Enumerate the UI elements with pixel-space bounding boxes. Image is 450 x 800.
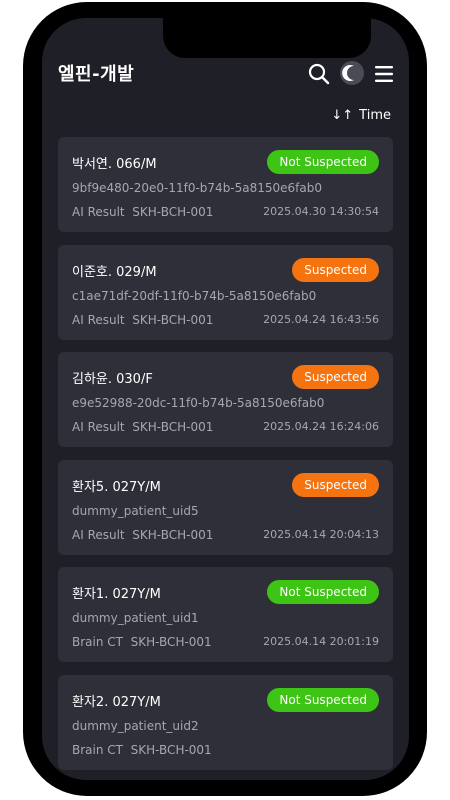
patient-name: 김하윤. 030/F xyxy=(72,372,153,387)
timestamp: 2025.04.14 20:01:19 xyxy=(263,635,379,648)
patient-name: 환자1. 027Y/M xyxy=(72,587,161,602)
hamburger-menu-icon[interactable] xyxy=(374,65,394,83)
patient-uid: c1ae71df-20df-11f0-b74b-5a8150e6fab0 xyxy=(72,288,317,303)
status-badge: Suspected xyxy=(292,257,379,282)
timestamp: 2025.04.30 14:30:54 xyxy=(263,205,379,218)
patient-card[interactable]: 김하윤. 030/F Suspected e9e52988-20dc-11f0-… xyxy=(58,352,393,447)
patient-card[interactable]: 환자1. 027Y/M Not Suspected dummy_patient_… xyxy=(58,567,393,662)
sort-label: Time xyxy=(359,108,391,123)
result-type: Brain CT xyxy=(72,635,123,649)
patient-uid: dummy_patient_uid2 xyxy=(72,718,199,733)
app-title: 엘핀-개발 xyxy=(58,64,135,85)
result-type: Brain CT xyxy=(72,742,123,757)
device-id: SKH-BCH-001 xyxy=(130,742,212,757)
device-id: SKH-BCH-001 xyxy=(132,420,214,434)
moon-icon[interactable] xyxy=(340,61,364,85)
patient-name: 환자5. 027Y/M xyxy=(72,479,161,495)
patient-name: 이준호. 029/M xyxy=(72,264,157,280)
status-badge: Not Suspected xyxy=(267,580,379,604)
patient-card[interactable]: 박서연. 066/M Not Suspected 9bf9e480-20e0-1… xyxy=(58,137,393,232)
result-type: AI Result xyxy=(72,312,125,327)
timestamp: 2025.04.24 16:43:56 xyxy=(263,312,379,326)
result-type: AI Result xyxy=(72,420,125,434)
device-id: SKH-BCH-001 xyxy=(132,205,214,219)
sort-icon: ↓↑ xyxy=(331,108,354,123)
status-badge: Not Suspected xyxy=(267,150,379,174)
patient-list: 박서연. 066/M Not Suspected 9bf9e480-20e0-1… xyxy=(58,137,393,780)
device-id: SKH-BCH-001 xyxy=(130,635,212,649)
patient-card[interactable]: 이준호. 029/M Suspected c1ae71df-20df-11f0-… xyxy=(58,244,393,340)
patient-uid: dummy_patient_uid1 xyxy=(72,611,199,625)
app-screen: 엘핀-개발 ↓↑ Time 박서연. 066/M Not Suspected 9… xyxy=(42,18,409,780)
result-type: AI Result xyxy=(72,205,125,219)
patient-uid: 9bf9e480-20e0-11f0-b74b-5a8150e6fab0 xyxy=(72,181,323,195)
patient-card[interactable]: 환자2. 027Y/M Not Suspected dummy_patient_… xyxy=(58,674,393,770)
phone-notch xyxy=(163,18,371,58)
patient-name: 박서연. 066/M xyxy=(72,157,157,172)
device-id: SKH-BCH-001 xyxy=(132,312,214,327)
device-id: SKH-BCH-001 xyxy=(132,527,214,542)
search-icon[interactable] xyxy=(308,63,330,85)
status-badge: Suspected xyxy=(292,365,379,389)
patient-uid: e9e52988-20dc-11f0-b74b-5a8150e6fab0 xyxy=(72,396,325,410)
timestamp: 2025.04.14 20:04:13 xyxy=(263,527,379,541)
patient-uid: dummy_patient_uid5 xyxy=(72,503,199,518)
status-badge: Suspected xyxy=(292,472,379,497)
result-type: AI Result xyxy=(72,527,125,542)
sort-time-button[interactable]: ↓↑ Time xyxy=(331,108,391,123)
status-badge: Not Suspected xyxy=(267,687,379,712)
timestamp: 2025.04.24 16:24:06 xyxy=(263,420,379,433)
patient-card[interactable]: 환자5. 027Y/M Suspected dummy_patient_uid5… xyxy=(58,459,393,555)
patient-name: 환자2. 027Y/M xyxy=(72,694,161,710)
